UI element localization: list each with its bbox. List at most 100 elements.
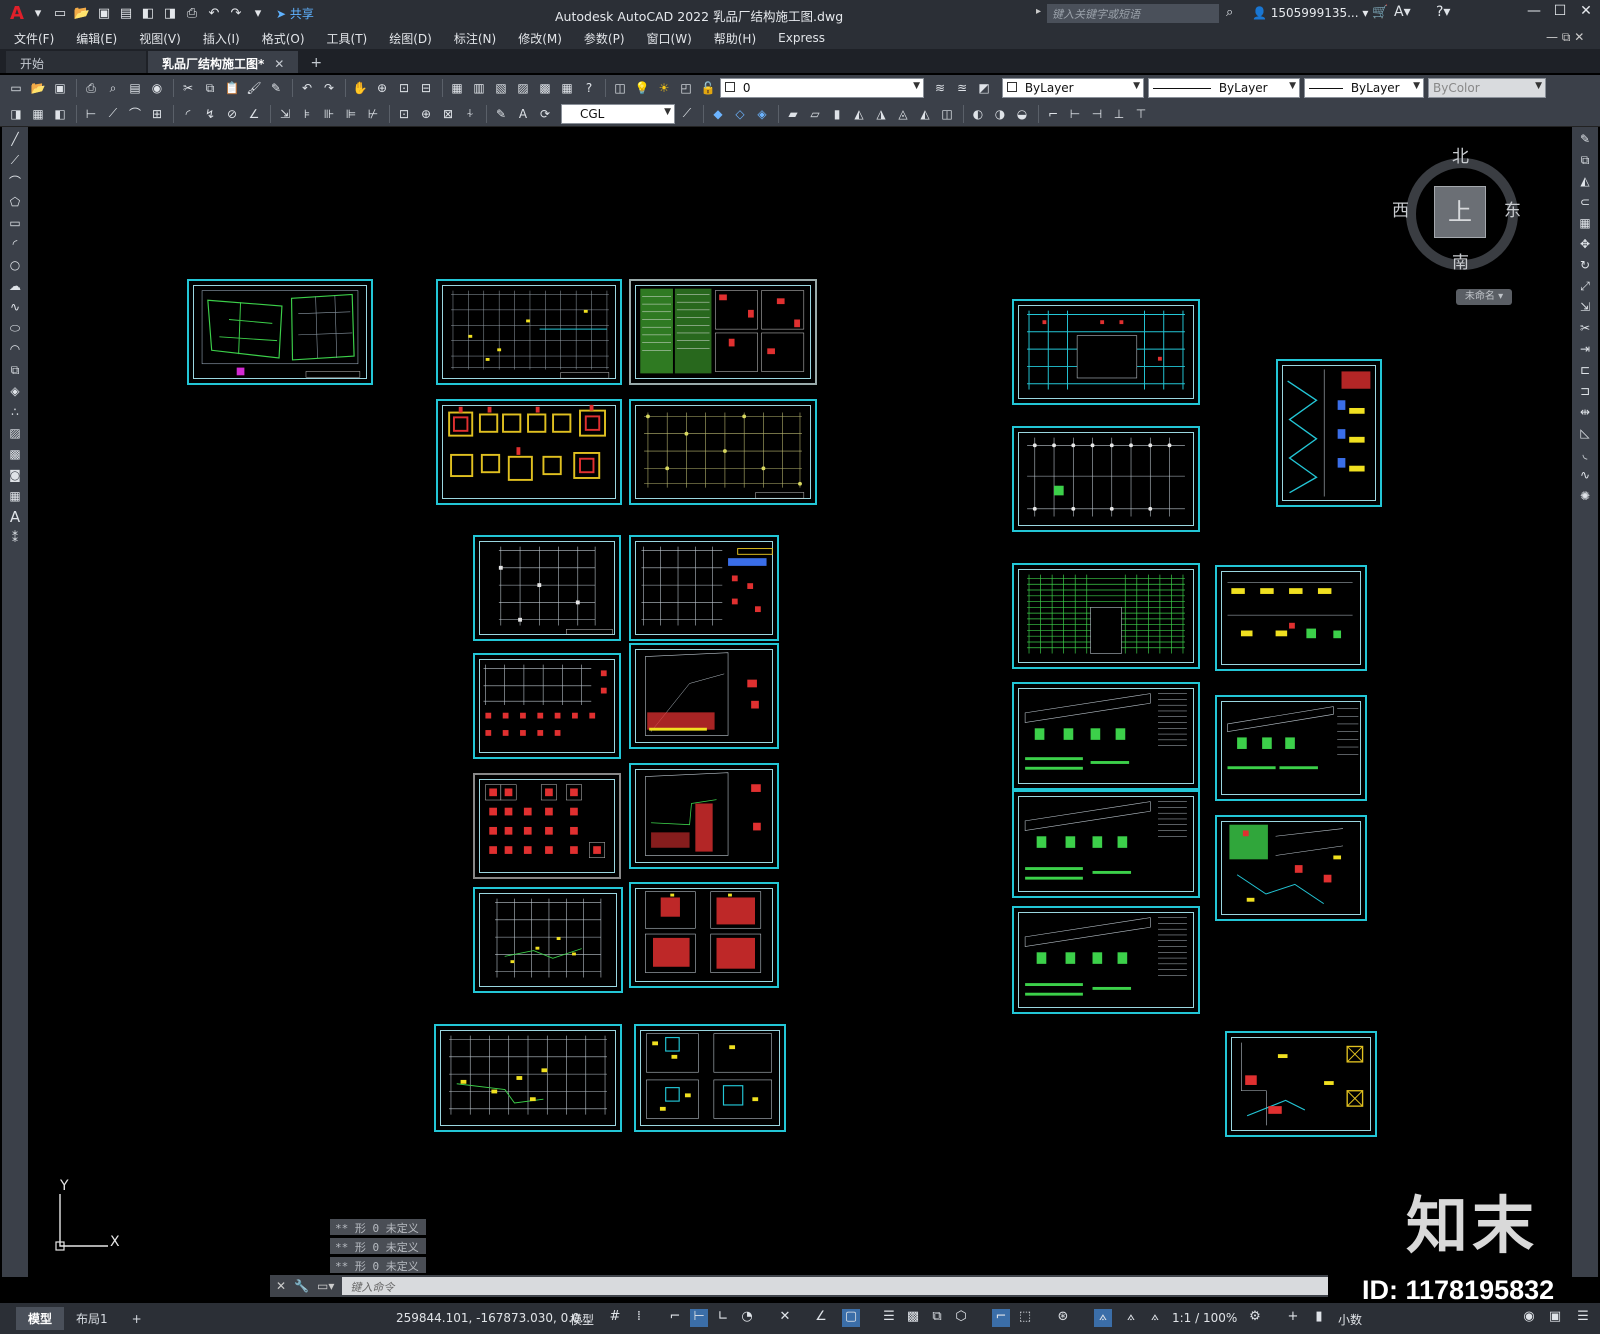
- match-properties-icon[interactable]: 🖌: [244, 78, 264, 98]
- drawing-sheet[interactable]: [1215, 695, 1367, 801]
- properties-icon[interactable]: ▦: [447, 78, 467, 98]
- continue-dim-icon[interactable]: ⊪: [319, 104, 339, 124]
- dropdown-arrow-icon[interactable]: ▾: [28, 4, 48, 24]
- ortho-icon[interactable]: ∟: [714, 1309, 732, 1327]
- zoom-previous-icon[interactable]: ⊟: [416, 78, 436, 98]
- redo-icon[interactable]: ↷: [319, 78, 339, 98]
- doc-window-controls[interactable]: — ⧉ ✕: [1546, 30, 1584, 45]
- annotation-scale-icon[interactable]: ⟑: [1146, 1309, 1164, 1327]
- cut-icon[interactable]: ✂: [178, 78, 198, 98]
- expand-icon[interactable]: ▸: [1036, 6, 1041, 17]
- dimedit-icon[interactable]: ✎: [491, 104, 511, 124]
- compass-east[interactable]: 东: [1504, 196, 1521, 221]
- radius-dim-icon[interactable]: ◜: [178, 104, 198, 124]
- save-icon[interactable]: ▣: [50, 78, 70, 98]
- drawing-sheet[interactable]: [629, 763, 779, 869]
- drawing-sheet[interactable]: [473, 653, 621, 759]
- layer-dropdown[interactable]: 0 ▼: [720, 78, 924, 98]
- move-icon[interactable]: ✥: [1576, 235, 1594, 253]
- autodesk-app-icon[interactable]: A▾: [1394, 4, 1411, 20]
- menu-parametric[interactable]: 参数(P): [584, 30, 625, 47]
- menu-modify[interactable]: 修改(M): [518, 30, 562, 47]
- extend-icon[interactable]: ⇥: [1576, 340, 1594, 358]
- table-icon[interactable]: ▦: [6, 487, 24, 505]
- menu-view[interactable]: 视图(V): [139, 30, 181, 47]
- menu-help[interactable]: 帮助(H): [714, 30, 756, 47]
- diameter-dim-icon[interactable]: ⊘: [222, 104, 242, 124]
- add-selected-icon[interactable]: ⁑: [6, 529, 24, 547]
- customize-icon[interactable]: ▾: [248, 4, 268, 24]
- ucs-icon[interactable]: ⌐: [1043, 104, 1063, 124]
- construction-line-icon[interactable]: ⟋: [6, 151, 24, 169]
- copy-object-icon[interactable]: ⧉: [1576, 151, 1594, 169]
- ellipse-icon[interactable]: ⬭: [6, 319, 24, 337]
- plot-preview-icon[interactable]: ⌕: [103, 78, 123, 98]
- dim-space-icon[interactable]: ⊫: [341, 104, 361, 124]
- calculator-icon[interactable]: ▦: [557, 78, 577, 98]
- line-icon[interactable]: ╱: [6, 130, 24, 148]
- trim-icon[interactable]: ✂: [1576, 319, 1594, 337]
- selection-cycling-icon[interactable]: ⧉: [928, 1309, 946, 1327]
- units-readout[interactable]: 小数: [1338, 1311, 1362, 1328]
- drawing-sheet[interactable]: [629, 279, 817, 385]
- share-button[interactable]: ➤ 共享: [276, 5, 314, 22]
- sun-icon[interactable]: ☀: [654, 78, 674, 98]
- polygon-icon[interactable]: ⬠: [6, 193, 24, 211]
- multiline-text-icon[interactable]: A: [6, 508, 24, 526]
- layer-properties-icon[interactable]: ◫: [610, 78, 630, 98]
- menu-insert[interactable]: 插入(I): [203, 30, 240, 47]
- rotate-icon[interactable]: ↻: [1576, 256, 1594, 274]
- hatch-icon[interactable]: ▨: [6, 424, 24, 442]
- break-icon[interactable]: ⊐: [1576, 382, 1594, 400]
- spline-icon[interactable]: ∿: [6, 298, 24, 316]
- help-icon[interactable]: ?: [579, 78, 599, 98]
- drawing-sheet[interactable]: [1012, 426, 1200, 532]
- jogged-linear-icon[interactable]: ⍭: [460, 104, 480, 124]
- named-view-dropdown[interactable]: 未命名 ▾: [1456, 289, 1512, 305]
- multileader-style-icon[interactable]: ◧: [50, 104, 70, 124]
- menu-format[interactable]: 格式(O): [262, 30, 305, 47]
- dim-override-icon[interactable]: ⟋: [677, 104, 697, 124]
- customization-icon[interactable]: ☰: [1574, 1309, 1592, 1327]
- transparency-icon[interactable]: ▩: [904, 1309, 922, 1327]
- view-bottom-icon[interactable]: ◇: [730, 104, 750, 124]
- annotation-monitor-icon[interactable]: +: [1284, 1309, 1302, 1327]
- close-command-icon[interactable]: ✕: [276, 1279, 286, 1293]
- drawing-sheet[interactable]: [1276, 359, 1382, 507]
- redo-icon[interactable]: ↷: [226, 4, 246, 24]
- drawing-sheet[interactable]: [1012, 906, 1200, 1014]
- tool-palettes-icon[interactable]: ▧: [491, 78, 511, 98]
- iso-ne-icon[interactable]: ◬: [893, 104, 913, 124]
- menu-tools[interactable]: 工具(T): [327, 30, 368, 47]
- selection-filter-icon[interactable]: ⬚: [1016, 1309, 1034, 1327]
- app-logo[interactable]: A: [6, 3, 28, 24]
- snap-icon[interactable]: ⁞: [630, 1309, 648, 1327]
- arc-icon[interactable]: ◜: [6, 235, 24, 253]
- drawing-sheet[interactable]: [1012, 299, 1200, 405]
- annotation-visibility-icon[interactable]: ⟑: [1094, 1309, 1112, 1327]
- circle-icon[interactable]: ○: [6, 256, 24, 274]
- layer-previous-icon[interactable]: ≊: [952, 78, 972, 98]
- zoom-realtime-icon[interactable]: ⊕: [372, 78, 392, 98]
- view-left-icon[interactable]: ◈: [752, 104, 772, 124]
- isometric-icon[interactable]: ✕: [776, 1309, 794, 1327]
- zoom-window-icon[interactable]: ⊡: [394, 78, 414, 98]
- ucs-object-icon[interactable]: ⊤: [1131, 104, 1151, 124]
- join-icon[interactable]: ⇹: [1576, 403, 1594, 421]
- viewcube-top-face[interactable]: 上: [1434, 186, 1486, 238]
- undo-icon[interactable]: ↶: [204, 4, 224, 24]
- iso-nw-icon[interactable]: ◭: [915, 104, 935, 124]
- blend-icon[interactable]: ∿: [1576, 466, 1594, 484]
- publish-icon[interactable]: ▤: [125, 78, 145, 98]
- save-as-icon[interactable]: ▤: [116, 4, 136, 24]
- new-file-icon[interactable]: ▭: [50, 4, 70, 24]
- compass-north[interactable]: 北: [1452, 142, 1469, 167]
- minimize-icon[interactable]: —: [1522, 3, 1546, 23]
- new-tab-button[interactable]: +: [300, 53, 332, 73]
- auto-scale-icon[interactable]: ⟑: [1122, 1309, 1140, 1327]
- explode-icon[interactable]: ✺: [1576, 487, 1594, 505]
- angular-dim-icon[interactable]: ∠: [244, 104, 264, 124]
- dynamic-ucs-icon[interactable]: ⌐: [992, 1309, 1010, 1327]
- paste-icon[interactable]: 📋: [222, 78, 242, 98]
- compass-west[interactable]: 西: [1392, 196, 1409, 221]
